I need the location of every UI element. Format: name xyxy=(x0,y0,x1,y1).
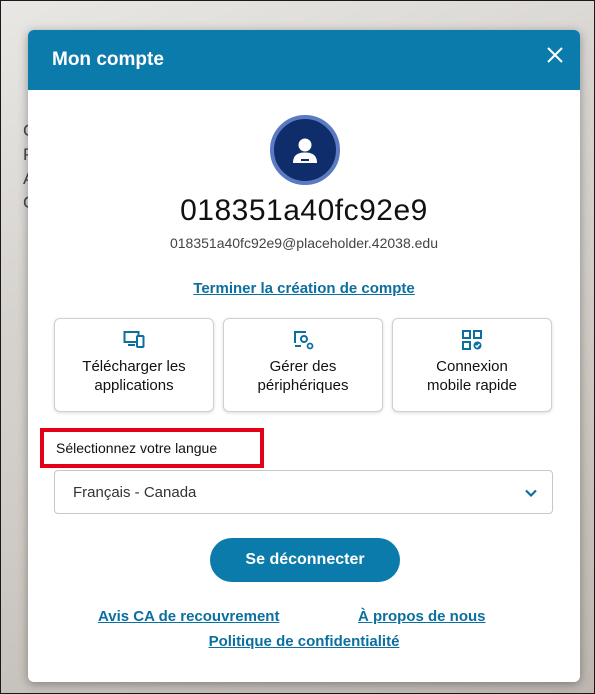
monitor-phone-icon xyxy=(123,331,145,348)
dialog-header: Mon compte xyxy=(28,30,580,90)
collection-notice-link[interactable]: Avis CA de recouvrement xyxy=(98,608,279,625)
quick-mobile-login-tile[interactable]: Connexion mobile rapide xyxy=(392,318,552,412)
close-button[interactable] xyxy=(544,44,566,66)
avatar xyxy=(270,115,340,185)
tile-label: Connexion mobile rapide xyxy=(426,358,518,394)
tile-label: Gérer des périphériques xyxy=(257,358,349,394)
language-label-highlight: Sélectionnez votre langue xyxy=(40,428,264,468)
language-select[interactable]: Français - Canada xyxy=(54,470,553,514)
privacy-policy-link[interactable]: Politique de confidentialité xyxy=(28,633,580,650)
finish-account-link[interactable]: Terminer la création de compte xyxy=(28,280,580,297)
username: 018351a40fc92e9 xyxy=(180,194,428,227)
qr-code-icon xyxy=(462,330,482,350)
device-settings-icon xyxy=(294,331,314,350)
dialog-title: Mon compte xyxy=(52,49,164,70)
language-label: Sélectionnez votre langue xyxy=(56,440,218,456)
close-icon xyxy=(547,47,563,63)
action-tiles: Télécharger les applications Gérer des p… xyxy=(54,318,552,412)
logout-button[interactable]: Se déconnecter xyxy=(210,538,400,582)
tile-label: Télécharger les applications xyxy=(82,358,186,394)
chevron-down-icon xyxy=(525,489,537,498)
download-apps-tile[interactable]: Télécharger les applications xyxy=(54,318,214,412)
language-selected-value: Français - Canada xyxy=(73,483,197,501)
manage-devices-tile[interactable]: Gérer des périphériques xyxy=(223,318,383,412)
about-us-link[interactable]: À propos de nous xyxy=(358,608,486,625)
user-avatar-icon xyxy=(293,138,317,163)
account-dialog: Mon compte 018351a40fc92e9 018351a40fc92… xyxy=(28,30,580,682)
user-email: 018351a40fc92e9@placeholder.42038.edu xyxy=(169,235,438,251)
